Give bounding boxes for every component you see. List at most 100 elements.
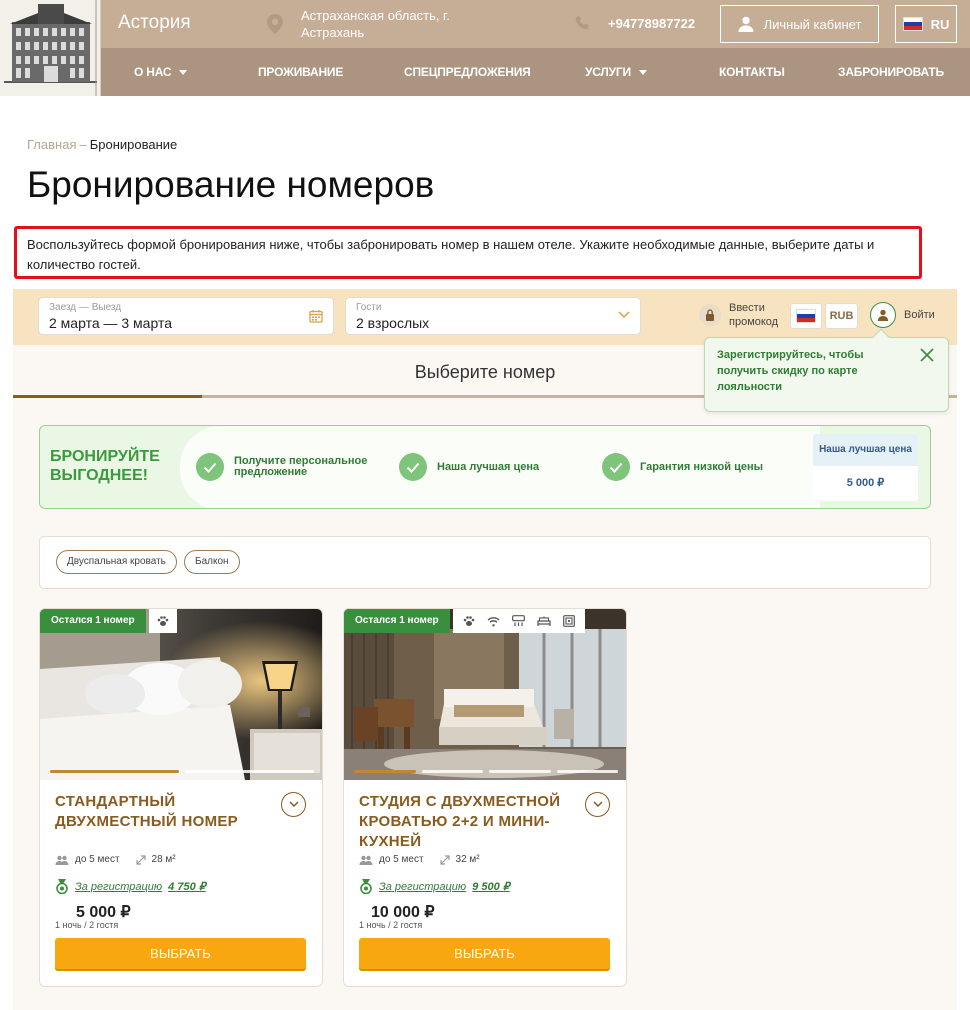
banner-feature-label: Наша лучшая цена: [437, 460, 540, 473]
intro-paragraph: Воспользуйтесь формой бронирования ниже,…: [27, 237, 875, 272]
nav-item-accommodation[interactable]: ПРОЖИВАНИЕ: [258, 65, 343, 79]
breadcrumb-home-link[interactable]: Главная: [27, 137, 76, 152]
guests-icon: [55, 855, 69, 865]
carousel-dot[interactable]: [556, 770, 618, 773]
currency-selector[interactable]: RUB: [825, 303, 858, 329]
room-filters: Двуспальная кровать Балкон: [39, 536, 931, 589]
area-icon: [135, 854, 146, 865]
filter-chip-double-bed[interactable]: Двуспальная кровать: [56, 550, 177, 574]
login-button[interactable]: Войти: [870, 302, 935, 328]
breadcrumb-separator: –: [79, 137, 87, 152]
page-title: Бронирование номеров: [27, 164, 435, 205]
nav-item-label: ЗАБРОНИРОВАТЬ: [838, 65, 944, 79]
expand-details-button[interactable]: [281, 792, 306, 817]
location-pin-icon: [267, 14, 283, 34]
breadcrumb-current: Бронирование: [89, 137, 178, 152]
guests-field-label: Гости: [356, 302, 382, 313]
registration-discount-price: 9 500 ₽: [472, 881, 510, 893]
registration-discount-label: За регистрацию: [75, 880, 163, 893]
room-card: Остался 1 номер СТУДИЯ С ДВУХМЕСТНОЙ КРО…: [343, 608, 627, 987]
banner-feature: Гарантия низкой цены: [602, 453, 763, 481]
brand-name[interactable]: Астория: [118, 12, 191, 34]
login-label: Войти: [904, 309, 935, 321]
room-card: Остался 1 номер СТАНДАРТНЫЙ ДВУХМЕСТНЫЙ …: [39, 608, 323, 987]
bed-icon: [537, 616, 551, 626]
registration-discount[interactable]: За регистрацию 4 750 ₽: [55, 879, 206, 894]
medal-icon: [360, 879, 372, 894]
paw-icon: [157, 616, 169, 626]
price-note: 1 ночь / 2 гостя: [359, 920, 423, 930]
nav-item-label: ПРОЖИВАНИЕ: [258, 65, 344, 79]
room-capacity: до 5 мест: [75, 854, 120, 865]
user-icon: [738, 16, 754, 32]
close-icon[interactable]: [920, 348, 934, 362]
header-topbar: Астория Астраханская область, г. Астраха…: [101, 0, 970, 48]
nav-item-label: КОНТАКТЫ: [719, 65, 785, 79]
hotel-address: Астраханская область, г. Астрахань: [301, 8, 450, 40]
carousel-dot[interactable]: [354, 770, 416, 773]
banner-features-panel: Получите персональное предложение Наша л…: [180, 426, 820, 508]
registration-discount[interactable]: За регистрацию 9 500 ₽: [359, 879, 510, 894]
check-icon: [196, 453, 224, 481]
dates-field[interactable]: Заезд — Выезд 2 марта — 3 марта: [38, 297, 334, 335]
lock-icon: [699, 304, 721, 326]
guests-field-value: 2 взрослых: [356, 315, 430, 331]
dates-field-value: 2 марта — 3 марта: [49, 315, 172, 331]
step-progress-active: [13, 395, 202, 398]
banner-feature: Наша лучшая цена: [399, 453, 539, 481]
calendar-icon: [309, 310, 323, 323]
phone-number[interactable]: +94778987722: [608, 16, 695, 31]
room-title[interactable]: СТУДИЯ С ДВУХМЕСТНОЙ КРОВАТЬЮ 2+2 И МИНИ…: [359, 792, 564, 852]
banner-feature-label: Получите персональное предложение: [234, 455, 368, 478]
personal-cabinet-button[interactable]: Личный кабинет: [720, 5, 879, 43]
photo-carousel-dots[interactable]: [354, 770, 618, 773]
room-title[interactable]: СТАНДАРТНЫЙ ДВУХМЕСТНЫЙ НОМЕР: [55, 792, 265, 832]
tooltip-text: Зарегистрируйтесь, чтобы получить скидку…: [717, 349, 864, 393]
photo-carousel-dots[interactable]: [50, 770, 314, 773]
room-photo[interactable]: Остался 1 номер: [40, 609, 322, 780]
carousel-dot[interactable]: [185, 770, 314, 773]
breadcrumb: Главная – Бронирование: [27, 137, 177, 152]
booking-widget: Заезд — Выезд 2 марта — 3 марта Гости 2 …: [13, 289, 957, 1010]
room-meta: до 5 мест 28 м²: [55, 854, 176, 865]
nav-item-book[interactable]: ЗАБРОНИРОВАТЬ: [838, 65, 944, 79]
russian-flag-icon: [902, 17, 923, 31]
site-header: Астория Астраханская область, г. Астраха…: [0, 0, 970, 96]
chevron-down-icon: [288, 801, 299, 808]
banner-lead: БРОНИРУЙТЕ ВЫГОДНЕЕ!: [40, 426, 180, 508]
main-navigation: О НАС ПРОЖИВАНИЕ СПЕЦПРЕДЛОЖЕНИЯ УСЛУГИ …: [101, 48, 970, 96]
amenities-bar: [149, 609, 177, 633]
safe-icon: [563, 615, 575, 627]
nav-item-about[interactable]: О НАС: [134, 65, 188, 79]
check-icon: [602, 453, 630, 481]
filter-chip-balcony[interactable]: Балкон: [184, 550, 240, 574]
select-room-button[interactable]: ВЫБРАТЬ: [359, 938, 610, 969]
room-price: 10 000 ₽: [371, 904, 435, 921]
wifi-icon: [487, 616, 500, 626]
nav-item-services[interactable]: УСЛУГИ: [585, 65, 647, 79]
expand-details-button[interactable]: [585, 792, 610, 817]
promo-code-button[interactable]: Ввести промокод: [699, 301, 779, 329]
nav-item-contacts[interactable]: КОНТАКТЫ: [719, 65, 785, 79]
carousel-dot[interactable]: [50, 770, 179, 773]
carousel-dot[interactable]: [421, 770, 483, 773]
room-photo[interactable]: Остался 1 номер: [344, 609, 626, 780]
hotel-logo[interactable]: [0, 0, 101, 96]
banner-feature: Получите персональное предложение: [196, 453, 386, 481]
country-flag-button[interactable]: [790, 303, 822, 329]
area-icon: [439, 854, 450, 865]
room-price: 5 000 ₽: [76, 904, 131, 921]
language-selector[interactable]: RU: [895, 5, 957, 43]
chevron-down-icon: [618, 311, 630, 319]
carousel-dot[interactable]: [489, 770, 551, 773]
chevron-down-icon: [638, 69, 647, 75]
russian-flag-icon: [796, 309, 816, 323]
availability-badge: Остался 1 номер: [344, 609, 450, 633]
guests-field[interactable]: Гости 2 взрослых: [345, 297, 641, 335]
chevron-down-icon: [592, 801, 603, 808]
user-circle-icon: [870, 302, 896, 328]
nav-item-special-offers[interactable]: СПЕЦПРЕДЛОЖЕНИЯ: [404, 65, 531, 79]
registration-discount-label: За регистрацию: [379, 880, 467, 893]
select-room-button[interactable]: ВЫБРАТЬ: [55, 938, 306, 969]
registration-discount-price: 4 750 ₽: [168, 881, 206, 893]
